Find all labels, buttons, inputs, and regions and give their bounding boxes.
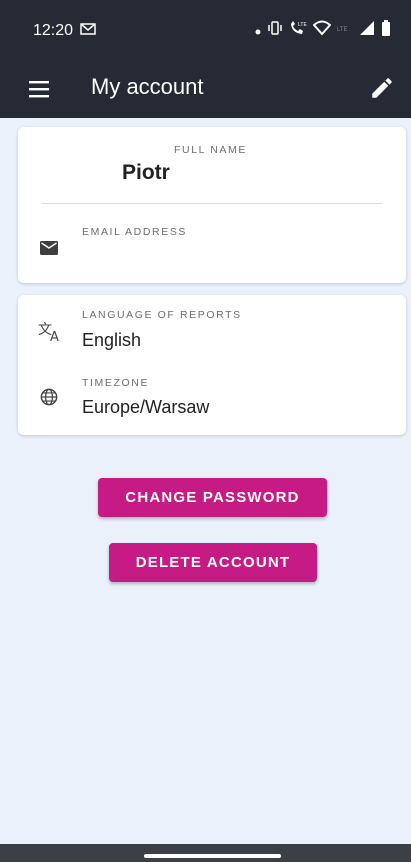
dot-icon (255, 22, 261, 40)
full-name-value: Piotr (122, 161, 170, 184)
timezone-label: TIMEZONE (82, 377, 150, 389)
lte-icon: LTE (337, 22, 353, 40)
svg-text:LTE: LTE (337, 27, 348, 33)
globe-icon (40, 388, 58, 411)
app-bar: My account (0, 60, 411, 118)
language-label: LANGUAGE OF REPORTS (82, 309, 242, 321)
timezone-value[interactable]: Europe/Warsaw (82, 397, 209, 418)
change-password-button[interactable]: CHANGE PASSWORD (98, 478, 327, 517)
gmail-icon (80, 22, 96, 41)
status-time: 12:20 (33, 22, 74, 39)
battery-icon (381, 20, 391, 41)
signal-icon (359, 20, 375, 41)
translate-icon: 文 A (38, 321, 64, 348)
home-gesture-handle[interactable] (144, 854, 281, 858)
full-name-label: FULL NAME (174, 144, 247, 156)
pencil-icon[interactable] (369, 75, 395, 101)
wifi-icon (312, 20, 332, 41)
profile-card: FULL NAME Piotr EMAIL ADDRESS (18, 127, 406, 283)
mail-icon (40, 241, 58, 260)
svg-text:LTE: LTE (298, 22, 307, 28)
hamburger-menu-icon[interactable] (29, 79, 51, 99)
divider (42, 203, 382, 204)
vibrate-icon (267, 21, 283, 40)
email-label: EMAIL ADDRESS (82, 226, 188, 238)
settings-card: 文 A LANGUAGE OF REPORTS English TIMEZONE… (18, 295, 406, 435)
status-bar: 12:20 LTE LTE (0, 0, 411, 60)
language-value[interactable]: English (82, 330, 141, 351)
svg-text:A: A (50, 330, 59, 343)
navigation-bar (0, 844, 411, 862)
lte-call-icon: LTE (289, 20, 307, 41)
page-title: My account (91, 74, 204, 99)
delete-account-button[interactable]: DELETE ACCOUNT (109, 543, 317, 582)
status-icons: LTE LTE (255, 20, 391, 41)
